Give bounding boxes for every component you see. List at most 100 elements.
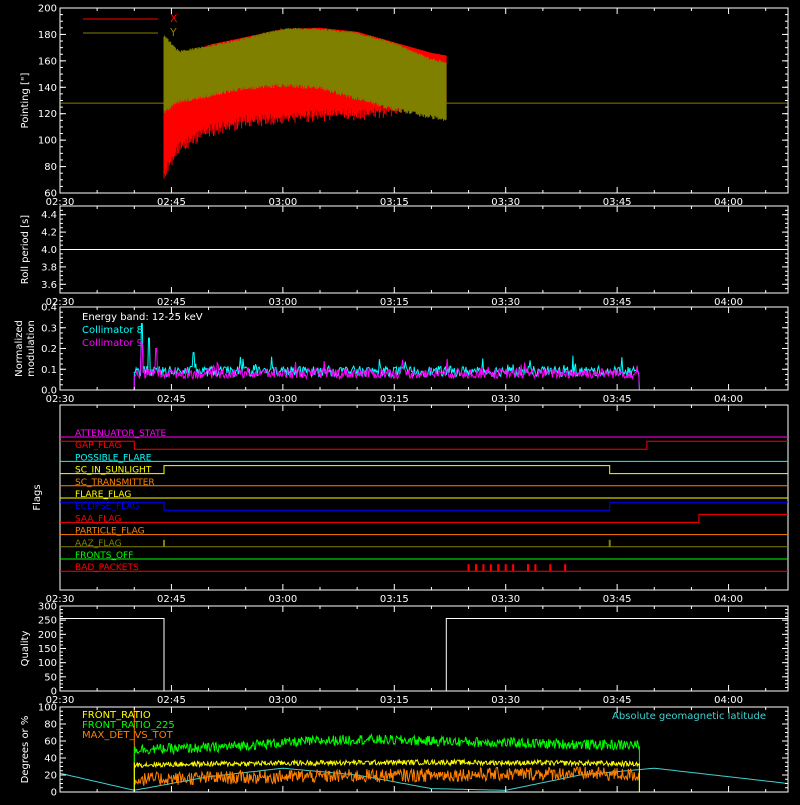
ratios-y-tick-label: 100: [38, 703, 57, 714]
modulation-y-tick-label: 0.4: [41, 303, 57, 314]
flag-line: [60, 501, 788, 511]
quality-x-tick-labels: 02:30 02:45 03:00 03:15 03:30 03:45 04:00: [46, 695, 743, 706]
pointing-y-tick-label: 160: [38, 56, 57, 67]
modulation-panel: 0.00.10.20.30.402:30 02:45 03:00 03:15 03:30…: [14, 303, 789, 405]
quality-y-tick-label: 300: [38, 602, 57, 613]
modulation-x-tick-label: 03:45: [603, 394, 632, 405]
flags-x-tick-label: 03:45: [603, 594, 632, 605]
modulation-y-label-1: Normalized: [14, 320, 25, 377]
flag-line: [60, 465, 788, 475]
legend-label-max-det-vs-tot: MAX_DET_VS_TOT: [82, 730, 174, 741]
flag-sc-in-sunlight: SC_IN_SUNLIGHT: [60, 465, 788, 476]
modulation-x-tick-labels: 02:30 02:45 03:00 03:15 03:30 03:45 04:00: [46, 394, 743, 405]
quality-x-tick-label: 03:00: [268, 695, 297, 706]
ratios-y-tick-label: 80: [44, 720, 57, 731]
roll-period-x-tick-labels: 02:30 02:45 03:00 03:15 03:30 03:45 04:00: [46, 297, 743, 308]
legend-label-x: X: [170, 12, 178, 25]
roll-period-x-tick-label: 02:45: [157, 297, 186, 308]
flag-attenuator-state: ATTENUATOR_STATE: [60, 429, 788, 439]
quality-line: [60, 618, 788, 692]
pointing-y-tick-label: 180: [38, 30, 57, 41]
flag-aaz-flag: AAZ_FLAG: [60, 539, 788, 549]
roll-period-y-tick-label: 4.0: [41, 245, 57, 256]
modulation-x-tick-label: 03:00: [268, 394, 297, 405]
quality-x-tick-label: 03:15: [380, 695, 409, 706]
flags-x-tick-labels: 02:30 02:45 03:00 03:15 03:30 03:45 04:00: [46, 594, 743, 605]
flags-panel: 02:30 02:45 03:00 03:15 03:30 03:45 04:00Flags…: [32, 404, 789, 605]
roll-period-x-tick-label: 03:45: [603, 297, 632, 308]
roll-period-x-tick-label: 03:15: [380, 297, 409, 308]
flag-fronts-off: FRONTS_OFF: [60, 551, 788, 561]
ratios-panel: 020406080100Degrees or %FRONT_RATIOFRONT…: [20, 703, 789, 799]
roll-period-x-tick-label: 03:00: [268, 297, 297, 308]
quality-x-tick-label: 03:45: [603, 695, 632, 706]
flags-x-tick-label: 03:15: [380, 594, 409, 605]
flag-gap-flag: GAP_FLAG: [60, 440, 788, 451]
quality-x-tick-label: 02:45: [157, 695, 186, 706]
flag-label: GAP_FLAG: [75, 441, 121, 451]
flag-line: [60, 440, 788, 450]
quality-x-tick-label: 03:30: [491, 695, 520, 706]
modulation-x-tick-label: 03:30: [491, 394, 520, 405]
pointing-y-label: Pointing ["]: [20, 72, 31, 128]
ratios-y-label: Degrees or %: [20, 716, 31, 784]
flag-flare-flag: FLARE_FLAG: [60, 490, 788, 500]
flags-x-tick-label: 02:45: [157, 594, 186, 605]
modulation-x-tick-label: 02:45: [157, 394, 186, 405]
pointing-y-tick-label: 120: [38, 109, 57, 120]
flag-particle-flag: PARTICLE_FLAG: [60, 527, 788, 537]
modulation-y-label-2: modulation: [26, 320, 37, 377]
flag-label: ECLIPSE_FLAG: [75, 502, 139, 512]
legend-label-collimator-9: Collimator 9: [82, 338, 143, 349]
pointing-y-tick-label: 100: [38, 136, 57, 147]
flags-x-tick-label: 04:00: [714, 594, 743, 605]
ratios-y-tick-label: 40: [44, 754, 57, 765]
roll-period-x-tick-label: 03:30: [491, 297, 520, 308]
quality-y-axis: 050100150200250300: [38, 602, 788, 698]
flag-saa-flag: SAA_FLAG: [60, 513, 788, 524]
quality-y-tick-label: 100: [38, 658, 57, 669]
roll-period-x-tick-label: 04:00: [714, 297, 743, 308]
roll-period-y-tick-label: 3.6: [41, 280, 57, 291]
flag-bad-packets: BAD_PACKETS: [60, 563, 788, 573]
modulation-x-tick-label: 02:30: [46, 394, 75, 405]
roll-period-y-label: Roll period [s]: [20, 215, 31, 284]
flags-y-label: Flags: [32, 484, 43, 510]
pointing-y-tick-label: 200: [38, 4, 57, 15]
flag-sc-transmitter: SC_TRANSMITTER: [60, 478, 788, 488]
collimator-8-series: [60, 323, 788, 391]
quality-y-label: Quality: [20, 631, 31, 667]
quality-x-tick-label: 04:00: [714, 695, 743, 706]
summary-plot: 608010012014016018020002:30 02:45 03:00 03:…: [14, 4, 789, 799]
quality-y-tick-label: 150: [38, 644, 57, 655]
energy-band-label: Energy band: 12-25 keV: [82, 312, 203, 323]
ratios-y-tick-label: 0: [51, 788, 57, 799]
roll-period-panel: 3.63.84.04.24.402:30 02:45 03:00 03:15 03:30…: [20, 205, 789, 308]
flag-eclipse-flag: ECLIPSE_FLAG: [60, 501, 788, 512]
quality-panel: 05010015020025030002:30 02:45 03:00 03:15 03…: [20, 602, 789, 706]
roll-period-y-tick-label: 4.4: [41, 210, 57, 221]
pointing-y-tick-label: 80: [44, 162, 57, 173]
modulation-y-tick-label: 0.1: [41, 365, 57, 376]
modulation-x-tick-label: 04:00: [714, 394, 743, 405]
flags-x-tick-label: 03:00: [268, 594, 297, 605]
modulation-y-tick-label: 0.3: [41, 323, 57, 334]
pointing-legend: XY: [83, 12, 178, 39]
legend-label-collimator-8: Collimator 8: [82, 325, 143, 336]
flag-line: [60, 513, 788, 523]
pointing-panel: 608010012014016018020002:30 02:45 03:00 03:…: [20, 4, 789, 208]
flag-possible-flare: POSSIBLE_FLARE: [60, 453, 788, 463]
geomagnetic-latitude-label: Absolute geomagnetic latitude: [612, 711, 766, 722]
quality-y-tick-label: 50: [44, 672, 57, 683]
quality-y-tick-label: 250: [38, 616, 57, 627]
modulation-y-tick-label: 0.2: [41, 344, 57, 355]
ratios-y-tick-label: 20: [44, 771, 57, 782]
legend-label-y: Y: [169, 26, 177, 39]
pointing-y-tick-label: 140: [38, 83, 57, 94]
quality-y-tick-label: 200: [38, 630, 57, 641]
hessi-observing-summary: 60 80 100 120 140 160 180 200 02:30 02:45 03:00 03:…: [0, 0, 800, 800]
modulation-x-tick-label: 03:15: [380, 394, 409, 405]
roll-period-y-tick-label: 3.8: [41, 262, 57, 273]
ratios-y-tick-label: 60: [44, 737, 57, 748]
roll-period-y-tick-label: 4.2: [41, 228, 57, 239]
